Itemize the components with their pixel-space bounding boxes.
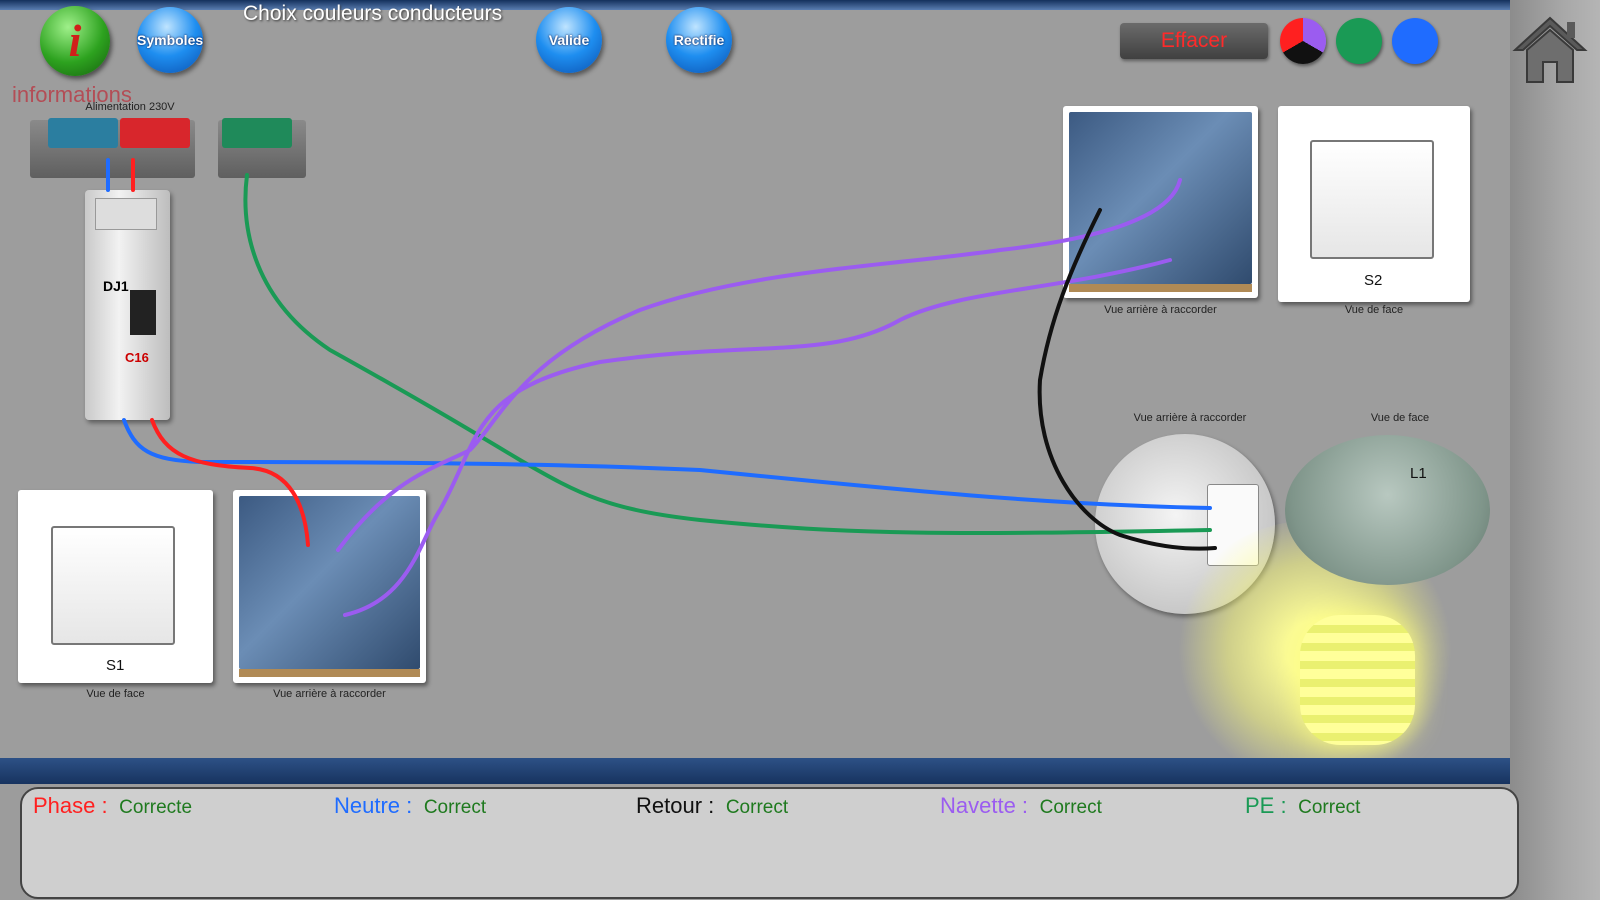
status-phase-label: Phase : (33, 793, 108, 818)
lamp-bulb (1300, 615, 1415, 745)
s1-label: S1 (106, 657, 125, 674)
bornier-phase-cap (120, 118, 190, 148)
status-navette: Navette : Correct (940, 793, 1102, 819)
effacer-button[interactable]: Effacer (1120, 23, 1268, 59)
rectifie-button[interactable]: Rectifie (666, 7, 732, 73)
right-sidebar (1510, 0, 1600, 900)
valide-button[interactable]: Valide (536, 7, 602, 73)
status-retour-label: Retour : (636, 793, 715, 818)
home-icon (1512, 16, 1588, 83)
status-bar-top (0, 758, 1510, 784)
breaker-label: DJ1 (103, 278, 129, 294)
top-bar (0, 0, 1510, 10)
s1-key[interactable] (51, 526, 175, 645)
color-picker-multicolor[interactable] (1280, 18, 1326, 64)
color-picker-blue[interactable] (1392, 18, 1438, 64)
s1-face: S1 (18, 490, 213, 683)
lamp-socket (1285, 435, 1490, 585)
status-retour: Retour : Correct (636, 793, 788, 819)
home-button[interactable] (1505, 8, 1595, 88)
breaker-lever[interactable] (130, 290, 156, 335)
alimentation-label: Alimentation 230V (85, 101, 175, 113)
bornier-neutre-cap (48, 118, 118, 148)
s2-key[interactable] (1310, 140, 1434, 259)
lamp-face-caption: Vue de face (1370, 412, 1430, 424)
status-pe-value: Correct (1298, 797, 1361, 818)
lamp-back-caption: Vue arrière à raccorder (1133, 412, 1247, 424)
breaker-rating: C16 (125, 350, 149, 365)
status-phase-value: Correcte (119, 797, 193, 818)
s1-back-caption: Vue arrière à raccorder (273, 688, 386, 700)
status-navette-value: Correct (1039, 797, 1102, 818)
status-retour-value: Correct (725, 797, 789, 818)
color-picker-green[interactable] (1336, 18, 1382, 64)
s2-back-caption: Vue arrière à raccorder (1104, 304, 1217, 316)
s1-face-caption: Vue de face (86, 688, 145, 700)
status-neutre: Neutre : Correct (334, 793, 486, 819)
breaker-terminals (95, 198, 157, 230)
s2-back[interactable] (1063, 106, 1258, 298)
status-phase: Phase : Correcte (33, 793, 192, 819)
status-navette-label: Navette : (940, 793, 1029, 818)
bornier-terre-cap (222, 118, 292, 148)
status-neutre-label: Neutre : (334, 793, 413, 818)
s1-back[interactable] (233, 490, 426, 683)
status-neutre-value: Correct (423, 797, 487, 818)
s2-label: S2 (1364, 272, 1383, 289)
disjoncteur[interactable]: DJ1 C16 (85, 190, 170, 420)
info-button[interactable]: i (40, 6, 110, 76)
lamp-label: L1 (1410, 465, 1427, 482)
s2-face-caption: Vue de face (1344, 304, 1404, 316)
status-pe: PE : Correct (1245, 793, 1360, 819)
status-pe-label: PE : (1245, 793, 1287, 818)
s2-face: S2 (1278, 106, 1470, 302)
symboles-button[interactable]: Symboles (137, 7, 203, 73)
page-title: Choix couleurs conducteurs (243, 2, 503, 25)
